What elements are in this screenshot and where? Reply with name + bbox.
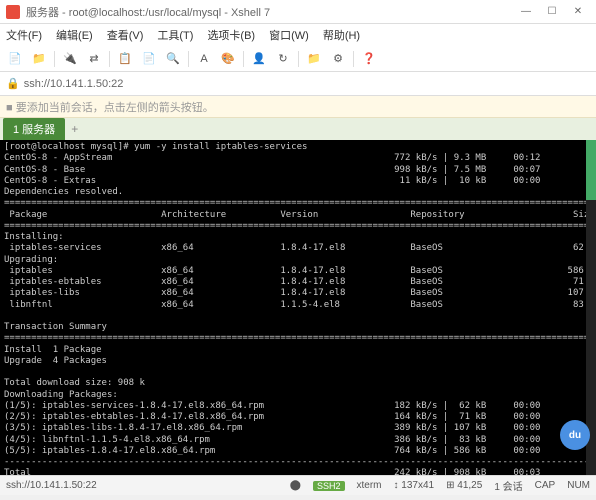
separator — [353, 51, 354, 67]
terminal[interactable]: [root@localhost mysql]# yum -y install i… — [0, 140, 596, 475]
lock-icon: 🔒 — [6, 77, 20, 90]
font-icon[interactable]: A — [195, 50, 213, 68]
color-icon[interactable]: 🎨 — [219, 50, 237, 68]
float-assistant-icon[interactable]: du — [560, 420, 590, 450]
menu-tools[interactable]: 工具(T) — [157, 27, 193, 43]
close-button[interactable]: ✕ — [566, 3, 590, 21]
menu-view[interactable]: 查看(V) — [107, 27, 144, 43]
menu-help[interactable]: 帮助(H) — [323, 27, 360, 43]
status-host: ssh://10.141.1.50:22 — [6, 480, 278, 491]
toolbar: 📄 📁 🔌 ⇄ 📋 📄 🔍 A 🎨 👤 ↻ 📁 ⚙ ❓ — [0, 46, 596, 72]
open-icon[interactable]: 📁 — [30, 50, 48, 68]
transfer-icon[interactable]: ⇄ — [85, 50, 103, 68]
user-icon[interactable]: 👤 — [250, 50, 268, 68]
menubar: 文件(F) 编辑(E) 查看(V) 工具(T) 选项卡(B) 窗口(W) 帮助(… — [0, 24, 596, 46]
status-cap: CAP — [535, 480, 556, 491]
titlebar: 服务器 - root@localhost:/usr/local/mysql - … — [0, 0, 596, 24]
address-text[interactable]: ssh://10.141.1.50:22 — [24, 78, 124, 90]
menu-window[interactable]: 窗口(W) — [269, 27, 309, 43]
maximize-button[interactable]: ☐ — [540, 3, 564, 21]
status-sessions: 1 会话 — [494, 478, 522, 493]
hint-text: ■ 要添加当前会话，点击左侧的箭头按钮。 — [6, 99, 214, 115]
status-size: ↕ 137x41 — [394, 480, 435, 491]
status-ssh: SSH2 — [313, 481, 345, 491]
status-term: xterm — [357, 480, 382, 491]
folder-icon[interactable]: 📁 — [305, 50, 323, 68]
separator — [188, 51, 189, 67]
settings-icon[interactable]: ⚙ — [329, 50, 347, 68]
tab-server[interactable]: 1 服务器 — [3, 118, 65, 140]
minimize-button[interactable]: — — [514, 3, 538, 21]
menu-tab[interactable]: 选项卡(B) — [207, 27, 255, 43]
tab-add-button[interactable]: + — [65, 122, 84, 136]
scrollbar-thumb[interactable] — [586, 140, 596, 200]
separator — [243, 51, 244, 67]
copy-icon[interactable]: 📋 — [116, 50, 134, 68]
separator — [298, 51, 299, 67]
tabbar: 1 服务器 + — [0, 118, 596, 140]
addressbar: 🔒 ssh://10.141.1.50:22 — [0, 72, 596, 96]
menu-file[interactable]: 文件(F) — [6, 27, 42, 43]
search-icon[interactable]: 🔍 — [164, 50, 182, 68]
separator — [109, 51, 110, 67]
new-icon[interactable]: 📄 — [6, 50, 24, 68]
menu-edit[interactable]: 编辑(E) — [56, 27, 93, 43]
refresh-icon[interactable]: ↻ — [274, 50, 292, 68]
status-num: NUM — [567, 480, 590, 491]
separator — [54, 51, 55, 67]
help-icon[interactable]: ❓ — [360, 50, 378, 68]
connect-icon[interactable]: 🔌 — [61, 50, 79, 68]
status-pos: ⊞ 41,25 — [446, 480, 482, 491]
app-icon — [6, 5, 20, 19]
window-title: 服务器 - root@localhost:/usr/local/mysql - … — [26, 4, 514, 20]
status-indicator: ⬤ — [290, 480, 301, 491]
scrollbar-track[interactable] — [586, 140, 596, 475]
statusbar: ssh://10.141.1.50:22 ⬤ SSH2 xterm ↕ 137x… — [0, 475, 596, 495]
paste-icon[interactable]: 📄 — [140, 50, 158, 68]
hint-bar: ■ 要添加当前会话，点击左侧的箭头按钮。 — [0, 96, 596, 118]
